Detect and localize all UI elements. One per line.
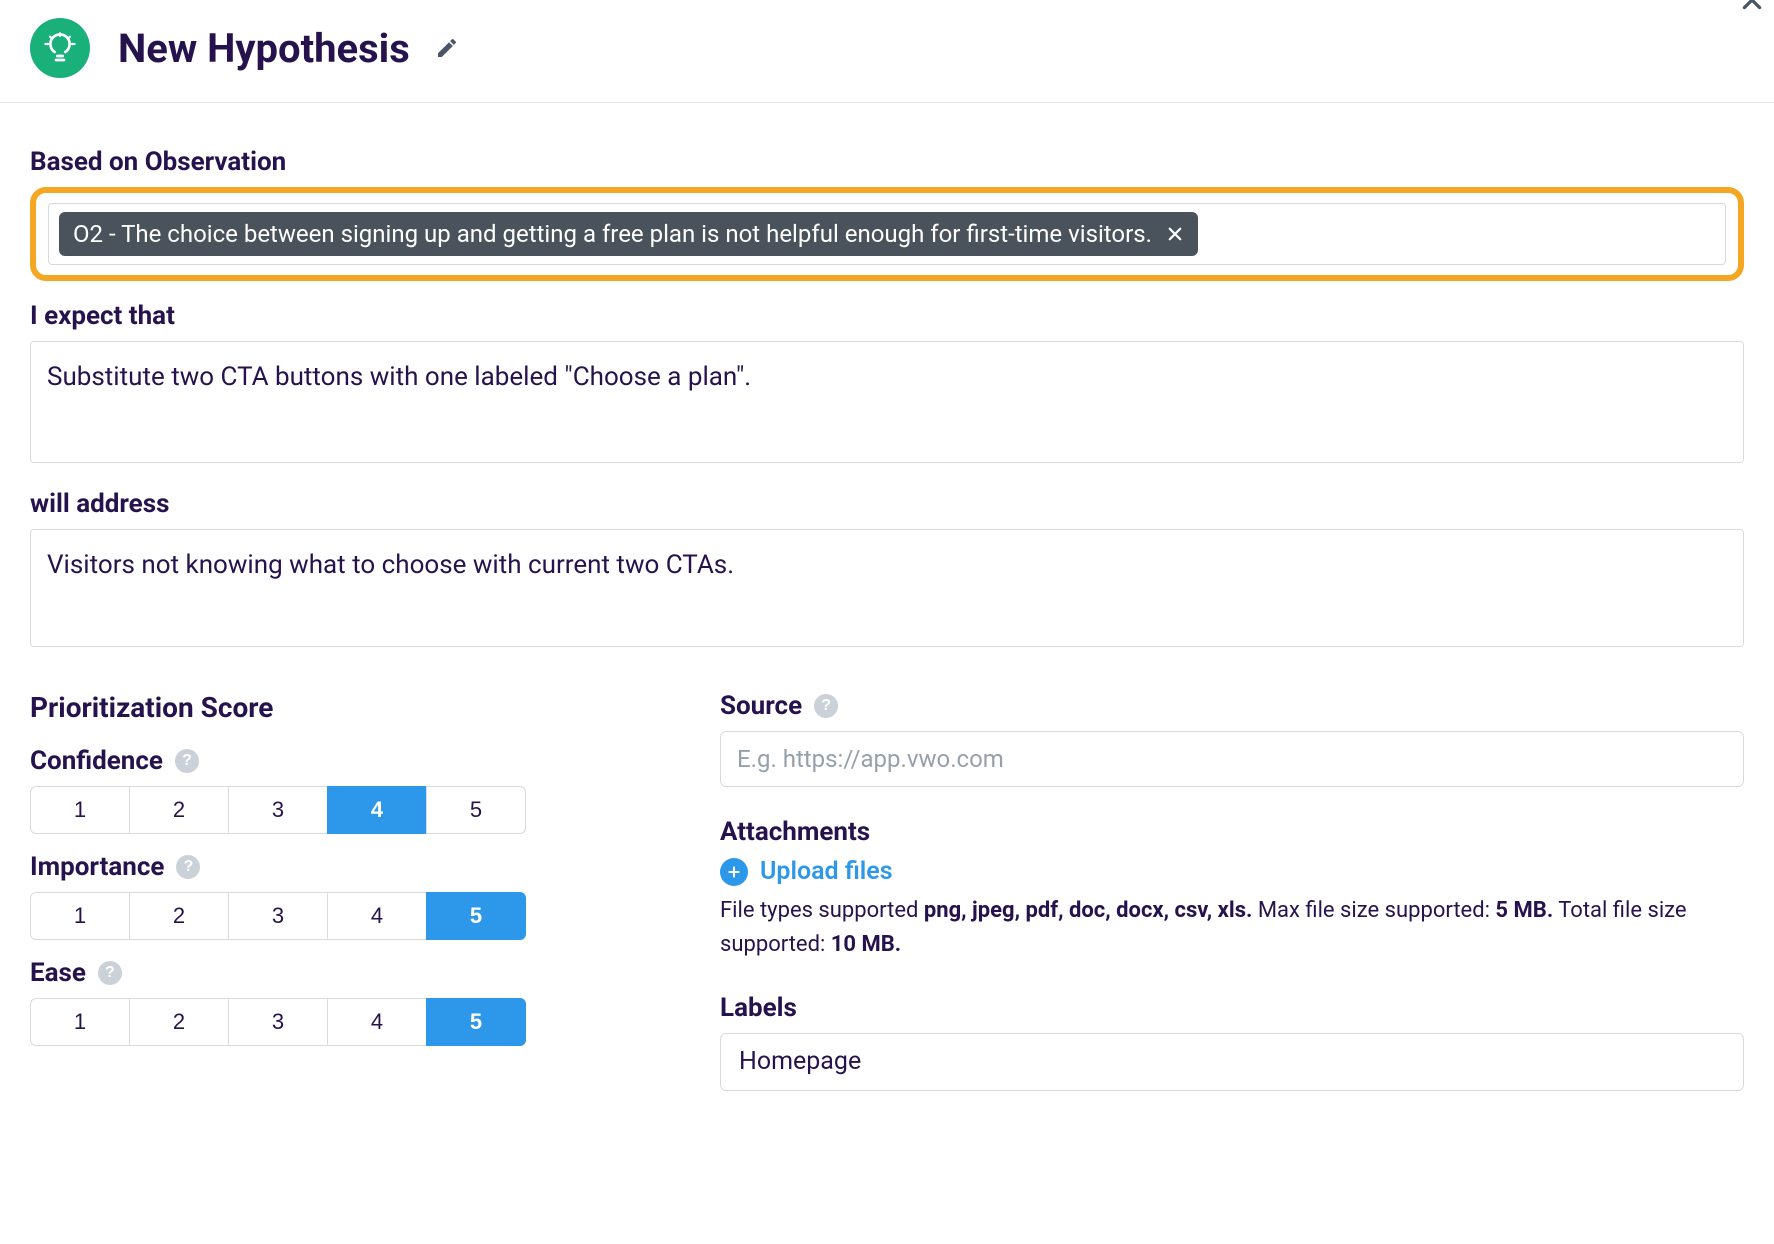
dialog-header: New Hypothesis bbox=[0, 0, 1774, 102]
labels-label: Labels bbox=[720, 993, 797, 1023]
pencil-icon bbox=[435, 36, 459, 60]
score-ease-option-2[interactable]: 2 bbox=[129, 998, 229, 1046]
address-label: will address bbox=[30, 489, 1744, 519]
score-importance-option-3[interactable]: 3 bbox=[228, 892, 328, 940]
lightbulb-icon bbox=[30, 18, 90, 78]
score-confidence-option-1[interactable]: 1 bbox=[30, 786, 130, 834]
score-importance-buttons: 12345 bbox=[30, 892, 530, 940]
score-ease-option-4[interactable]: 4 bbox=[327, 998, 427, 1046]
score-importance-option-1[interactable]: 1 bbox=[30, 892, 130, 940]
observation-input[interactable]: O2 - The choice between signing up and g… bbox=[48, 203, 1726, 265]
expect-textarea[interactable] bbox=[30, 341, 1744, 463]
score-importance-help-button[interactable]: ? bbox=[176, 855, 200, 879]
score-ease-label: Ease bbox=[30, 958, 86, 988]
score-importance-option-2[interactable]: 2 bbox=[129, 892, 229, 940]
score-ease-option-5[interactable]: 5 bbox=[426, 998, 526, 1046]
form: Based on Observation O2 - The choice bet… bbox=[0, 103, 1774, 1091]
meta-column: Source ? Attachments Upload files File t… bbox=[720, 691, 1744, 1090]
remove-observation-button[interactable] bbox=[1164, 223, 1186, 245]
score-confidence-option-5[interactable]: 5 bbox=[426, 786, 526, 834]
close-icon bbox=[1166, 225, 1184, 243]
observation-highlight: O2 - The choice between signing up and g… bbox=[30, 187, 1744, 281]
score-importance-option-5[interactable]: 5 bbox=[426, 892, 526, 940]
address-textarea[interactable] bbox=[30, 529, 1744, 647]
score-importance-option-4[interactable]: 4 bbox=[327, 892, 427, 940]
observation-label: Based on Observation bbox=[30, 147, 1744, 177]
expect-label: I expect that bbox=[30, 301, 1744, 331]
score-confidence-label: Confidence bbox=[30, 746, 163, 776]
source-help-button[interactable]: ? bbox=[814, 694, 838, 718]
plus-icon bbox=[720, 858, 748, 886]
score-confidence-buttons: 12345 bbox=[30, 786, 530, 834]
score-confidence-option-3[interactable]: 3 bbox=[228, 786, 328, 834]
upload-files-button[interactable]: Upload files bbox=[720, 857, 893, 886]
labels-input[interactable] bbox=[720, 1033, 1744, 1091]
score-ease-option-3[interactable]: 3 bbox=[228, 998, 328, 1046]
score-ease-buttons: 12345 bbox=[30, 998, 530, 1046]
upload-files-text: Upload files bbox=[760, 857, 893, 886]
source-input[interactable] bbox=[720, 731, 1744, 787]
score-ease-option-1[interactable]: 1 bbox=[30, 998, 130, 1046]
prioritization-heading: Prioritization Score bbox=[30, 691, 530, 724]
close-icon bbox=[1739, 0, 1765, 13]
score-confidence-option-4[interactable]: 4 bbox=[327, 786, 427, 834]
close-dialog-button[interactable] bbox=[1734, 0, 1770, 18]
prioritization-column: Prioritization Score Confidence?12345Imp… bbox=[30, 691, 530, 1046]
observation-chip: O2 - The choice between signing up and g… bbox=[59, 212, 1198, 256]
score-confidence-help-button[interactable]: ? bbox=[175, 749, 199, 773]
attachments-hint: File types supported png, jpeg, pdf, doc… bbox=[720, 894, 1700, 962]
attachments-label: Attachments bbox=[720, 817, 870, 847]
score-confidence-option-2[interactable]: 2 bbox=[129, 786, 229, 834]
edit-title-button[interactable] bbox=[432, 33, 462, 63]
source-label: Source bbox=[720, 691, 802, 721]
score-importance-label: Importance bbox=[30, 852, 164, 882]
page-title: New Hypothesis bbox=[118, 25, 410, 72]
score-ease-help-button[interactable]: ? bbox=[98, 961, 122, 985]
observation-chip-text: O2 - The choice between signing up and g… bbox=[73, 218, 1152, 250]
